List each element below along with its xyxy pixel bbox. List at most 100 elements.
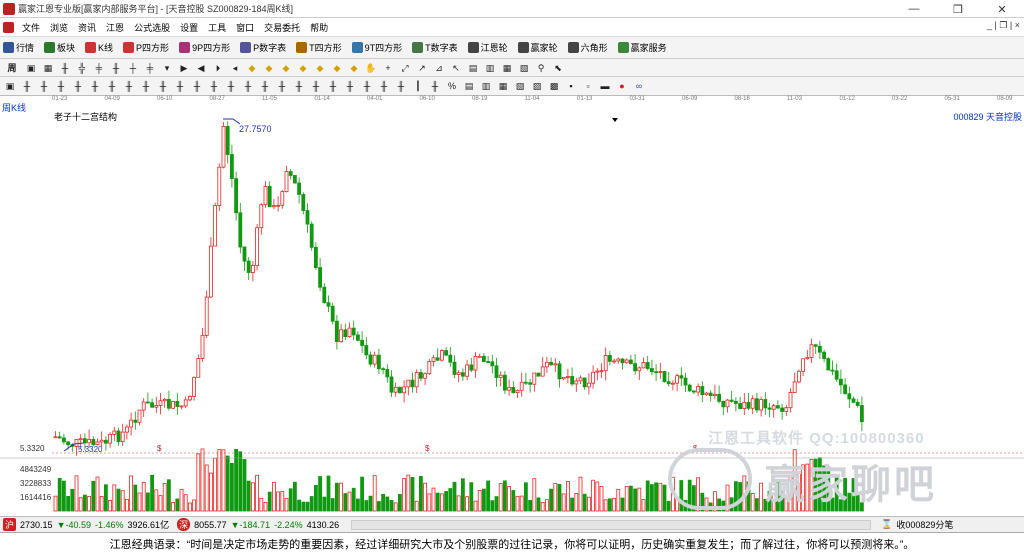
- menu-window[interactable]: 窗口: [231, 21, 259, 34]
- indicator-tool-icon[interactable]: ▤: [462, 79, 476, 93]
- drawing-tool-icon[interactable]: ↖: [449, 61, 463, 75]
- indicator-tool-icon[interactable]: ╫: [190, 79, 204, 93]
- indicator-tool-icon[interactable]: ╫: [275, 79, 289, 93]
- drawing-tool-icon[interactable]: +: [381, 61, 395, 75]
- indicator-tool-icon[interactable]: ╫: [207, 79, 221, 93]
- indicator-tool-icon[interactable]: ▣: [3, 79, 17, 93]
- menu-gann[interactable]: 江恩: [101, 21, 129, 34]
- indicator-tool-icon[interactable]: ╫: [343, 79, 357, 93]
- indicator-tool-icon[interactable]: ╫: [309, 79, 323, 93]
- toolbar-item-4[interactable]: 9P四方形: [179, 41, 230, 54]
- indicator-tool-icon[interactable]: ╫: [173, 79, 187, 93]
- drawing-tool-icon[interactable]: ╬: [75, 61, 89, 75]
- indicator-tool-icon[interactable]: ╫: [71, 79, 85, 93]
- toolbar-item-12[interactable]: 赢家服务: [617, 41, 667, 54]
- menu-browse[interactable]: 浏览: [45, 21, 73, 34]
- drawing-tool-icon[interactable]: ✋: [364, 61, 378, 75]
- drawing-tool-icon[interactable]: ◆: [330, 61, 344, 75]
- toolbar-item-11[interactable]: 六角形: [567, 41, 608, 54]
- indicator-tool-icon[interactable]: ▦: [496, 79, 510, 93]
- drawing-tool-icon[interactable]: ↗: [415, 61, 429, 75]
- drawing-tool-icon[interactable]: ╫: [58, 61, 72, 75]
- indicator-tool-icon[interactable]: ╫: [156, 79, 170, 93]
- menu-trade[interactable]: 交易委托: [259, 21, 305, 34]
- toolbar-item-1[interactable]: 板块: [44, 41, 75, 54]
- indicator-tool-icon[interactable]: ▫: [581, 79, 595, 93]
- drawing-tool-icon[interactable]: ◆: [313, 61, 327, 75]
- toolbar-item-6[interactable]: T四方形: [296, 41, 342, 54]
- indicator-tool-icon[interactable]: ∞: [632, 79, 646, 93]
- sh-index-icon[interactable]: 沪: [3, 518, 17, 531]
- drawing-tool-icon[interactable]: ▤: [466, 61, 480, 75]
- indicator-tool-icon[interactable]: ╫: [20, 79, 34, 93]
- menu-formula-select[interactable]: 公式选股: [129, 21, 175, 34]
- drawing-tool-icon[interactable]: ╪: [92, 61, 106, 75]
- indicator-tool-icon[interactable]: ╫: [88, 79, 102, 93]
- menu-news[interactable]: 资讯: [73, 21, 101, 34]
- drawing-tool-icon[interactable]: ⬉: [551, 61, 565, 75]
- drawing-tool-icon[interactable]: ▧: [517, 61, 531, 75]
- indicator-tool-icon[interactable]: ╫: [122, 79, 136, 93]
- toolbar-item-8[interactable]: T数字表: [412, 41, 458, 54]
- mdi-controls[interactable]: _ | ❐ | ×: [987, 20, 1020, 31]
- indicator-tool-icon[interactable]: ▪: [564, 79, 578, 93]
- drawing-tool-icon[interactable]: ◂: [228, 61, 242, 75]
- horizontal-scrollbar[interactable]: [351, 519, 872, 530]
- menu-file[interactable]: 文件: [17, 21, 45, 34]
- drawing-tool-icon[interactable]: ▾: [160, 61, 174, 75]
- maximize-button[interactable]: ❐: [936, 0, 980, 18]
- drawing-tool-icon[interactable]: ╫: [109, 61, 123, 75]
- toolbar-item-0[interactable]: 行情: [3, 41, 34, 54]
- indicator-tool-icon[interactable]: ▩: [547, 79, 561, 93]
- indicator-tool-icon[interactable]: ╫: [105, 79, 119, 93]
- drawing-tool-icon[interactable]: ◆: [245, 61, 259, 75]
- indicator-tool-icon[interactable]: ▨: [530, 79, 544, 93]
- drawing-tool-icon[interactable]: ◆: [296, 61, 310, 75]
- drawing-tool-icon[interactable]: ▶: [177, 61, 191, 75]
- toolbar-item-3[interactable]: P四方形: [123, 41, 169, 54]
- indicator-tool-icon[interactable]: ╫: [394, 79, 408, 93]
- close-button[interactable]: ✕: [980, 0, 1024, 18]
- indicator-tool-icon[interactable]: ╫: [241, 79, 255, 93]
- toolbar-item-7[interactable]: 9T四方形: [351, 41, 402, 54]
- drawing-tool-icon[interactable]: ⏵: [211, 61, 225, 75]
- minimize-button[interactable]: —: [892, 0, 936, 18]
- drawing-tool-icon[interactable]: ▦: [500, 61, 514, 75]
- drawing-tool-icon[interactable]: ⚲: [534, 61, 548, 75]
- indicator-tool-icon[interactable]: ╫: [54, 79, 68, 93]
- drawing-tool-icon[interactable]: ▥: [483, 61, 497, 75]
- drawing-tool-icon[interactable]: ◆: [279, 61, 293, 75]
- tick-data-label[interactable]: 收000829分笔: [896, 518, 953, 531]
- drawing-tool-icon[interactable]: ⊿: [432, 61, 446, 75]
- menu-tools[interactable]: 工具: [203, 21, 231, 34]
- drawing-tool-icon[interactable]: ◀: [194, 61, 208, 75]
- indicator-tool-icon[interactable]: ┃: [411, 79, 425, 93]
- drawing-tool-icon[interactable]: ╪: [143, 61, 157, 75]
- drawing-tool-icon[interactable]: ◆: [347, 61, 361, 75]
- indicator-tool-icon[interactable]: %: [445, 79, 459, 93]
- indicator-tool-icon[interactable]: ╫: [428, 79, 442, 93]
- indicator-tool-icon[interactable]: ●: [615, 79, 629, 93]
- indicator-tool-icon[interactable]: ▧: [513, 79, 527, 93]
- indicator-tool-icon[interactable]: ╫: [258, 79, 272, 93]
- indicator-tool-icon[interactable]: ╫: [139, 79, 153, 93]
- toolbar-item-9[interactable]: 江恩轮: [467, 41, 508, 54]
- drawing-tool-icon[interactable]: ⤢: [398, 61, 412, 75]
- toolbar-item-10[interactable]: 赢家轮: [517, 41, 558, 54]
- indicator-tool-icon[interactable]: ╫: [377, 79, 391, 93]
- indicator-tool-icon[interactable]: ▬: [598, 79, 612, 93]
- drawing-tool-icon[interactable]: ▣: [24, 61, 38, 75]
- indicator-tool-icon[interactable]: ╫: [224, 79, 238, 93]
- menu-settings[interactable]: 设置: [175, 21, 203, 34]
- sz-index-icon[interactable]: 深: [177, 518, 191, 531]
- drawing-tool-icon[interactable]: ◆: [262, 61, 276, 75]
- toolbar-item-5[interactable]: P数字表: [240, 41, 286, 54]
- period-selector[interactable]: 周: [3, 61, 21, 75]
- indicator-tool-icon[interactable]: ▥: [479, 79, 493, 93]
- toolbar-item-2[interactable]: K线: [85, 41, 113, 54]
- drawing-tool-icon[interactable]: ┼: [126, 61, 140, 75]
- indicator-tool-icon[interactable]: ╫: [292, 79, 306, 93]
- indicator-tool-icon[interactable]: ╫: [360, 79, 374, 93]
- indicator-tool-icon[interactable]: ╫: [326, 79, 340, 93]
- drawing-tool-icon[interactable]: ▦: [41, 61, 55, 75]
